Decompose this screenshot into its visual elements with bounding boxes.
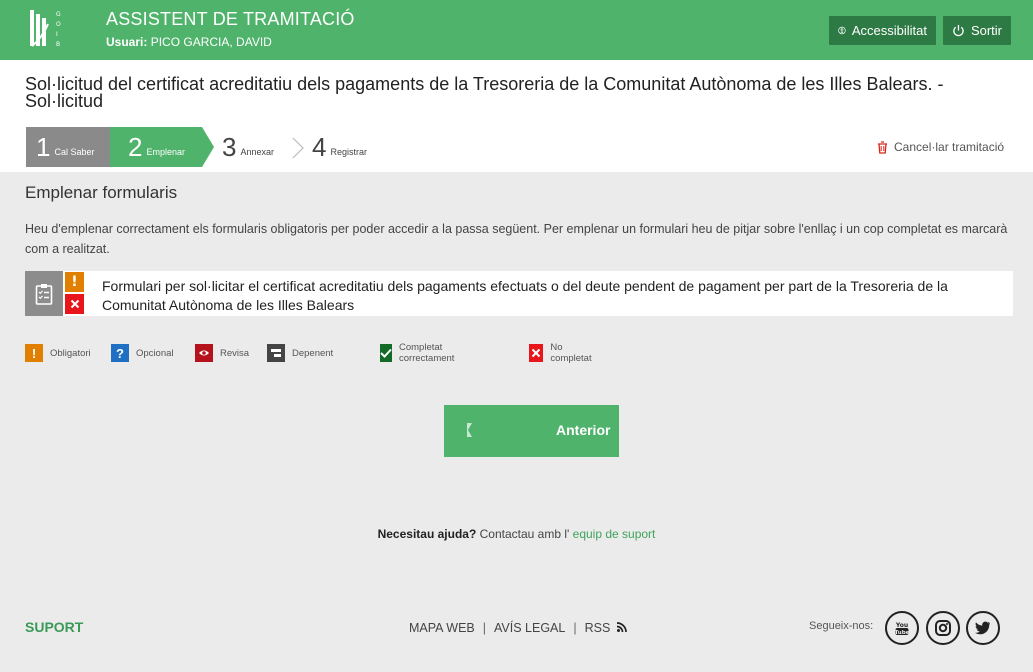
goib-logo: G O I B: [28, 6, 74, 52]
cancel-label: Cancel·lar tramitació: [894, 140, 1005, 154]
step-number: 2: [128, 132, 143, 162]
legend-label: Depenent: [292, 347, 334, 359]
legend-label: No completat: [550, 342, 592, 364]
trash-icon: [878, 140, 887, 154]
eye-icon: [195, 344, 213, 362]
footer-support-link[interactable]: SUPORT: [25, 619, 83, 635]
legend-no-completat: No completat: [529, 342, 595, 364]
not-completed-badge: [65, 294, 84, 314]
cancel-button[interactable]: Cancel·lar tramitació: [877, 140, 1004, 154]
svg-text:B: B: [56, 41, 60, 48]
legend-label: Opcional: [136, 347, 174, 359]
chevron-right-icon: [292, 137, 304, 159]
legal-link[interactable]: AVÍS LEGAL: [494, 621, 565, 635]
svg-text:You: You: [895, 622, 908, 629]
legend-label: Obligatori: [50, 347, 91, 359]
question-icon: ?: [111, 344, 129, 362]
support-link[interactable]: equip de suport: [573, 527, 656, 541]
step-label: Cal Saber: [54, 146, 95, 157]
x-icon: [70, 299, 79, 309]
accessibility-button[interactable]: Accessibilitat: [829, 16, 936, 45]
arrow-left-icon: [467, 423, 472, 437]
page-title: Sol·licitud del certificat acreditatiu d…: [25, 74, 944, 111]
help-contact: Contactau amb l': [479, 527, 570, 541]
svg-text:Tube: Tube: [895, 630, 910, 636]
step-number: 3: [222, 132, 237, 162]
step-annexar: 3 Annexar: [222, 127, 274, 167]
step-number: 4: [312, 132, 327, 162]
sitemap-link[interactable]: MAPA WEB: [409, 621, 475, 635]
title-band: Sol·licitud del certificat acreditatiu d…: [0, 60, 1033, 123]
youtube-icon[interactable]: You Tube: [885, 611, 919, 645]
rss-link[interactable]: RSS: [585, 621, 627, 635]
separator: |: [482, 621, 487, 635]
step-label: Registrar: [330, 146, 367, 157]
legend-completat: Completat correctament: [380, 342, 460, 364]
previous-label: Anterior: [556, 422, 611, 438]
legend-obligatori: ! Obligatori: [25, 343, 91, 363]
svg-text:I: I: [56, 31, 58, 38]
dependent-icon: [267, 344, 285, 362]
legend-revisa: Revisa: [195, 343, 249, 363]
help-question: Necesitau ajuda?: [377, 527, 477, 541]
app-header: G O I B ASSISTENT DE TRAMITACIÓ Usuari: …: [0, 0, 1033, 60]
power-icon: [953, 24, 964, 37]
legend-depenent: Depenent: [267, 343, 333, 363]
footer-links: MAPA WEB | AVÍS LEGAL | RSS: [409, 621, 627, 635]
required-badge: !: [65, 272, 84, 292]
intro-text: Heu d'emplenar correctament els formular…: [25, 222, 1008, 256]
instagram-icon[interactable]: [926, 611, 960, 645]
step-number: 1: [36, 132, 51, 162]
rss-icon: [616, 622, 627, 633]
section-title: Emplenar formularis: [25, 183, 178, 202]
step-emplenar[interactable]: 2 Emplenar: [110, 127, 202, 167]
form-link[interactable]: Formulari per sol·licitar el certificat …: [102, 277, 1002, 315]
step-registrar: 4 Registrar: [312, 127, 367, 167]
rss-label: RSS: [584, 621, 611, 635]
step-label: Annexar: [240, 146, 274, 157]
accessibility-icon: [838, 26, 846, 35]
legend-label: Revisa: [220, 347, 250, 359]
twitter-icon[interactable]: [966, 611, 1000, 645]
follow-label: Segueix-nos:: [809, 620, 874, 632]
svg-text:O: O: [56, 21, 61, 28]
step-arrow: [202, 127, 214, 167]
help-text: Necesitau ajuda? Contactau amb l' equip …: [0, 527, 1033, 541]
form-row[interactable]: ! Formulari per sol·licitar el certifica…: [25, 271, 1013, 316]
step-cal-saber[interactable]: 1 Cal Saber: [26, 127, 110, 167]
exit-label: Sortir: [970, 23, 1002, 38]
legend-label: Completat correctament: [399, 342, 455, 364]
previous-button[interactable]: Anterior: [444, 405, 619, 457]
user-label: Usuari:: [106, 35, 148, 49]
exit-button[interactable]: Sortir: [943, 16, 1011, 45]
accessibility-label: Accessibilitat: [851, 23, 927, 38]
exclamation-icon: !: [25, 344, 43, 362]
x-icon: [529, 344, 544, 362]
app-title: ASSISTENT DE TRAMITACIÓ: [106, 9, 355, 29]
separator: |: [573, 621, 577, 635]
legend-opcional: ? Opcional: [111, 343, 174, 363]
svg-text:G: G: [56, 11, 61, 18]
step-label: Emplenar: [146, 146, 185, 157]
user-info: Usuari: PICO GARCIA, DAVID: [106, 35, 272, 49]
check-icon: [380, 344, 392, 362]
user-name: PICO GARCIA, DAVID: [150, 35, 272, 49]
clipboard-icon: [25, 271, 63, 316]
